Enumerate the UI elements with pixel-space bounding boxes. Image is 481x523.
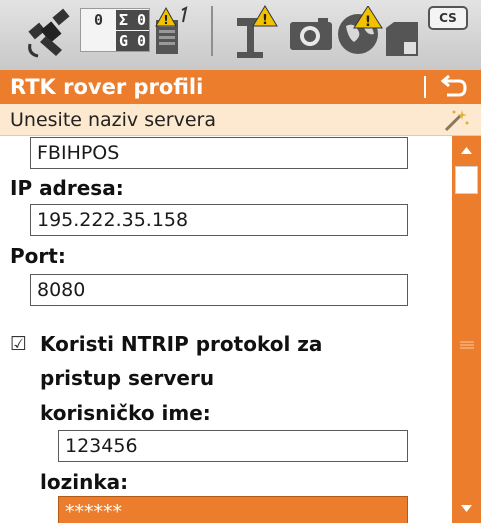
status-separator <box>211 6 213 56</box>
ntrip-label-line1[interactable]: Koristi NTRIP protokol za <box>40 331 322 357</box>
page-title: RTK rover profili <box>10 75 204 99</box>
back-button[interactable] <box>437 75 469 101</box>
gps-value: 0 <box>137 32 147 50</box>
checkbox-checked-icon: ☑ <box>10 333 28 355</box>
svg-text:!: ! <box>365 14 371 30</box>
hint-text: Unesite naziv servera <box>10 109 217 131</box>
scroll-down-button[interactable] <box>454 495 479 521</box>
cs-keyboard-icon[interactable]: CS <box>428 6 468 30</box>
ip-address-field[interactable]: 195.222.35.158 <box>30 204 408 236</box>
svg-text:!: ! <box>163 13 168 27</box>
blank-sat-count: 0 <box>82 10 115 30</box>
satellite-count-box: 0 Σ 0 G 0 <box>80 8 150 52</box>
ntrip-checkbox[interactable]: ☑ <box>10 332 34 356</box>
screen: 0 Σ 0 G 0 ! ! ! CS RTK rover profili Une… <box>0 0 481 523</box>
sum-symbol: Σ <box>118 11 128 29</box>
hint-bar: Unesite naziv servera <box>0 104 481 136</box>
svg-text:!: ! <box>262 13 268 28</box>
scrollbar[interactable] <box>452 136 481 523</box>
port-label: Port: <box>10 244 66 268</box>
magic-wand-icon[interactable] <box>442 108 470 132</box>
password-field[interactable]: ****** <box>58 496 408 523</box>
server-name-field[interactable]: FBIHPOS <box>30 137 408 169</box>
username-label: korisničko ime: <box>40 401 211 425</box>
rtk-antenna-warning-icon[interactable]: ! <box>233 4 283 60</box>
globe-warning-icon[interactable]: ! <box>336 6 384 56</box>
password-label: lozinka: <box>40 470 129 494</box>
gps-symbol: G <box>118 32 128 50</box>
title-separator <box>424 76 426 98</box>
camera-icon[interactable] <box>288 12 334 52</box>
status-bar: 0 Σ 0 G 0 ! ! ! CS <box>0 0 481 70</box>
sum-value: 0 <box>137 11 147 29</box>
triangle-down-icon <box>461 505 472 512</box>
ip-label: IP adresa: <box>10 176 124 200</box>
memory-card-icon[interactable] <box>384 22 420 56</box>
port-field[interactable]: 8080 <box>30 274 408 306</box>
gps-label: G 0 <box>116 31 149 51</box>
username-field[interactable]: 123456 <box>58 430 408 462</box>
scroll-thumb[interactable] <box>455 166 478 194</box>
triangle-up-icon <box>461 147 472 154</box>
title-bar: RTK rover profili <box>0 70 481 104</box>
sum-label: Σ 0 <box>116 10 149 30</box>
ntrip-label-line2[interactable]: pristup serveru <box>40 365 214 391</box>
scroll-grip-icon <box>460 341 474 349</box>
back-arrow-icon <box>445 79 467 97</box>
form-content: FBIHPOS IP adresa: 195.222.35.158 Port: … <box>0 136 452 523</box>
battery-warning-icon[interactable]: ! <box>154 6 188 56</box>
scroll-up-button[interactable] <box>454 138 479 164</box>
satellite-icon[interactable] <box>26 6 78 58</box>
cs-label: CS <box>439 11 457 25</box>
